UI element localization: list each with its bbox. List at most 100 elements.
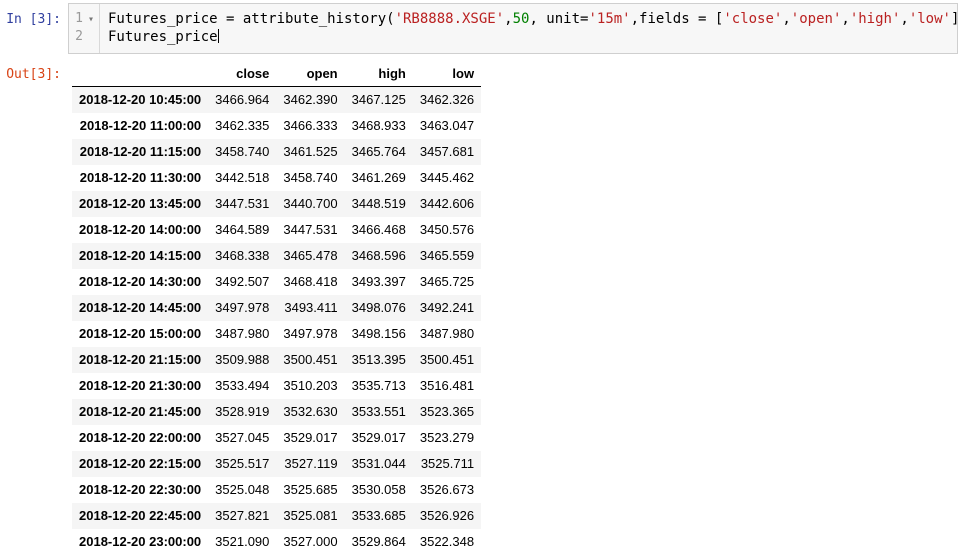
code-token-plain: , bbox=[841, 11, 850, 27]
table-row: 2018-12-20 14:15:00 3468.338 3465.478 3468.… bbox=[72, 243, 482, 269]
value-cell: 3533.551 bbox=[351, 404, 406, 419]
value-cell: 3529.864 bbox=[351, 534, 406, 549]
row-index-cell: 2018-12-20 11:15:00 bbox=[79, 144, 202, 159]
table-row: 2018-12-20 14:45:00 3497.978 3493.411 3498.… bbox=[72, 295, 482, 321]
code-token-plain: , bbox=[504, 11, 513, 27]
row-index-cell: 2018-12-20 23:00:00 bbox=[79, 534, 202, 549]
column-header: open bbox=[276, 62, 345, 87]
value-cell: 3468.596 bbox=[351, 248, 406, 263]
table-row: 2018-12-20 11:15:00 3458.740 3461.525 3465.… bbox=[72, 139, 482, 165]
value-cell: 3530.058 bbox=[351, 482, 406, 497]
value-cell: 3498.156 bbox=[351, 326, 406, 341]
value-cell: 3461.269 bbox=[351, 170, 406, 185]
code-token-plain: , unit= bbox=[529, 11, 589, 27]
value-cell: 3487.980 bbox=[215, 326, 270, 341]
code-token-plain: , bbox=[900, 11, 909, 27]
index-header-cell bbox=[72, 62, 209, 87]
value-cell: 3525.685 bbox=[283, 482, 338, 497]
table-row: 2018-12-20 15:00:00 3487.980 3497.978 3498.… bbox=[72, 321, 482, 347]
row-index-cell: 2018-12-20 11:00:00 bbox=[79, 118, 202, 133]
line-number-gutter: 1 ▾ 2 bbox=[69, 4, 100, 53]
code-token-string: 'close' bbox=[723, 11, 783, 27]
row-index-cell: 2018-12-20 21:15:00 bbox=[79, 352, 202, 367]
code-area[interactable]: Futures_price = attribute_history('RB888… bbox=[100, 4, 957, 53]
column-header: high bbox=[344, 62, 413, 87]
row-index-cell: 2018-12-20 22:15:00 bbox=[79, 456, 202, 471]
table-row: 2018-12-20 11:00:00 3462.335 3466.333 3468.… bbox=[72, 113, 482, 139]
value-cell: 3529.017 bbox=[351, 430, 406, 445]
value-cell: 3527.821 bbox=[215, 508, 270, 523]
code-line[interactable]: Futures_price bbox=[108, 28, 957, 46]
table-row: 2018-12-20 11:30:00 3442.518 3458.740 3461.… bbox=[72, 165, 482, 191]
value-cell: 3500.451 bbox=[283, 352, 338, 367]
row-index-cell: 2018-12-20 14:00:00 bbox=[79, 222, 202, 237]
table-row: 2018-12-20 22:00:00 3527.045 3529.017 3529.… bbox=[72, 425, 482, 451]
table-row: 2018-12-20 10:45:00 3466.964 3462.390 3467.… bbox=[72, 86, 482, 113]
fold-arrow-icon[interactable]: ▾ bbox=[88, 14, 94, 25]
value-cell: 3509.988 bbox=[215, 352, 270, 367]
value-cell: 3527.000 bbox=[283, 534, 338, 549]
output-prompt: Out[3]: bbox=[6, 67, 61, 82]
value-cell: 3464.589 bbox=[215, 222, 270, 237]
code-token-string: 'RB8888.XSGE' bbox=[394, 11, 505, 27]
value-cell: 3535.713 bbox=[351, 378, 406, 393]
gutter-line: 2 bbox=[69, 28, 99, 46]
row-index-cell: 2018-12-20 22:45:00 bbox=[79, 508, 202, 523]
table-row: 2018-12-20 14:30:00 3492.507 3468.418 3493.… bbox=[72, 269, 482, 295]
value-cell: 3440.700 bbox=[283, 196, 338, 211]
value-cell: 3525.048 bbox=[215, 482, 270, 497]
value-cell: 3447.531 bbox=[215, 196, 270, 211]
row-index-cell: 2018-12-20 13:45:00 bbox=[79, 196, 202, 211]
table-row: 2018-12-20 21:15:00 3509.988 3500.451 3513.… bbox=[72, 347, 482, 373]
value-cell: 3492.507 bbox=[215, 274, 270, 289]
code-line[interactable]: Futures_price = attribute_history('RB888… bbox=[108, 10, 957, 28]
dataframe-table: close open high low 2018-12-20 10:45:00 3466… bbox=[72, 62, 482, 551]
value-cell: 3525.711 bbox=[420, 456, 475, 471]
code-token-string: 'open' bbox=[790, 11, 842, 27]
value-cell: 3466.333 bbox=[283, 118, 338, 133]
value-cell: 3521.090 bbox=[215, 534, 270, 549]
row-index-cell: 2018-12-20 22:30:00 bbox=[79, 482, 202, 497]
value-cell: 3463.047 bbox=[419, 118, 475, 133]
value-cell: 3447.531 bbox=[283, 222, 338, 237]
column-header: low bbox=[412, 62, 482, 87]
code-token-plain: ]) bbox=[951, 11, 957, 27]
row-index-cell: 2018-12-20 10:45:00 bbox=[79, 92, 202, 107]
value-cell: 3510.203 bbox=[283, 378, 338, 393]
value-cell: 3526.673 bbox=[419, 482, 475, 497]
row-index-cell: 2018-12-20 21:30:00 bbox=[79, 378, 202, 393]
code-editor[interactable]: 1 ▾ 2 Futures_price = attribute_history('R… bbox=[68, 3, 958, 54]
row-index-cell: 2018-12-20 14:45:00 bbox=[79, 300, 202, 315]
value-cell: 3532.630 bbox=[283, 404, 338, 419]
value-cell: 3467.125 bbox=[351, 92, 406, 107]
line-number: 1 bbox=[75, 11, 83, 26]
value-cell: 3450.576 bbox=[419, 222, 475, 237]
code-token-string: 'low' bbox=[908, 11, 951, 27]
value-cell: 3493.411 bbox=[284, 300, 338, 315]
value-cell: 3465.764 bbox=[351, 144, 406, 159]
code-cell: In [3]: 1 ▾ 2 Futures_price = attribute_hi… bbox=[0, 0, 958, 54]
value-cell: 3498.076 bbox=[351, 300, 406, 315]
row-index-cell: 2018-12-20 22:00:00 bbox=[79, 430, 202, 445]
table-row: 2018-12-20 14:00:00 3464.589 3447.531 3466.… bbox=[72, 217, 482, 243]
value-cell: 3457.681 bbox=[419, 144, 475, 159]
value-cell: 3533.494 bbox=[215, 378, 270, 393]
row-index-cell: 2018-12-20 11:30:00 bbox=[79, 170, 202, 185]
text-cursor bbox=[217, 29, 219, 43]
value-cell: 3497.978 bbox=[215, 300, 270, 315]
value-cell: 3458.740 bbox=[283, 170, 338, 185]
row-index-cell: 2018-12-20 14:30:00 bbox=[79, 274, 202, 289]
value-cell: 3500.451 bbox=[419, 352, 475, 367]
code-token-number: 50 bbox=[512, 11, 530, 27]
code-token-string: '15m' bbox=[588, 11, 631, 27]
value-cell: 3492.241 bbox=[419, 300, 475, 315]
value-cell: 3468.338 bbox=[215, 248, 270, 263]
table-row: 2018-12-20 23:00:00 3521.090 3527.000 3529.… bbox=[72, 529, 482, 551]
table-row: 2018-12-20 22:30:00 3525.048 3525.685 3530.… bbox=[72, 477, 482, 503]
value-cell: 3442.606 bbox=[419, 196, 475, 211]
value-cell: 3462.335 bbox=[215, 118, 270, 133]
value-cell: 3487.980 bbox=[419, 326, 475, 341]
value-cell: 3516.481 bbox=[419, 378, 475, 393]
value-cell: 3529.017 bbox=[283, 430, 338, 445]
value-cell: 3442.518 bbox=[215, 170, 270, 185]
